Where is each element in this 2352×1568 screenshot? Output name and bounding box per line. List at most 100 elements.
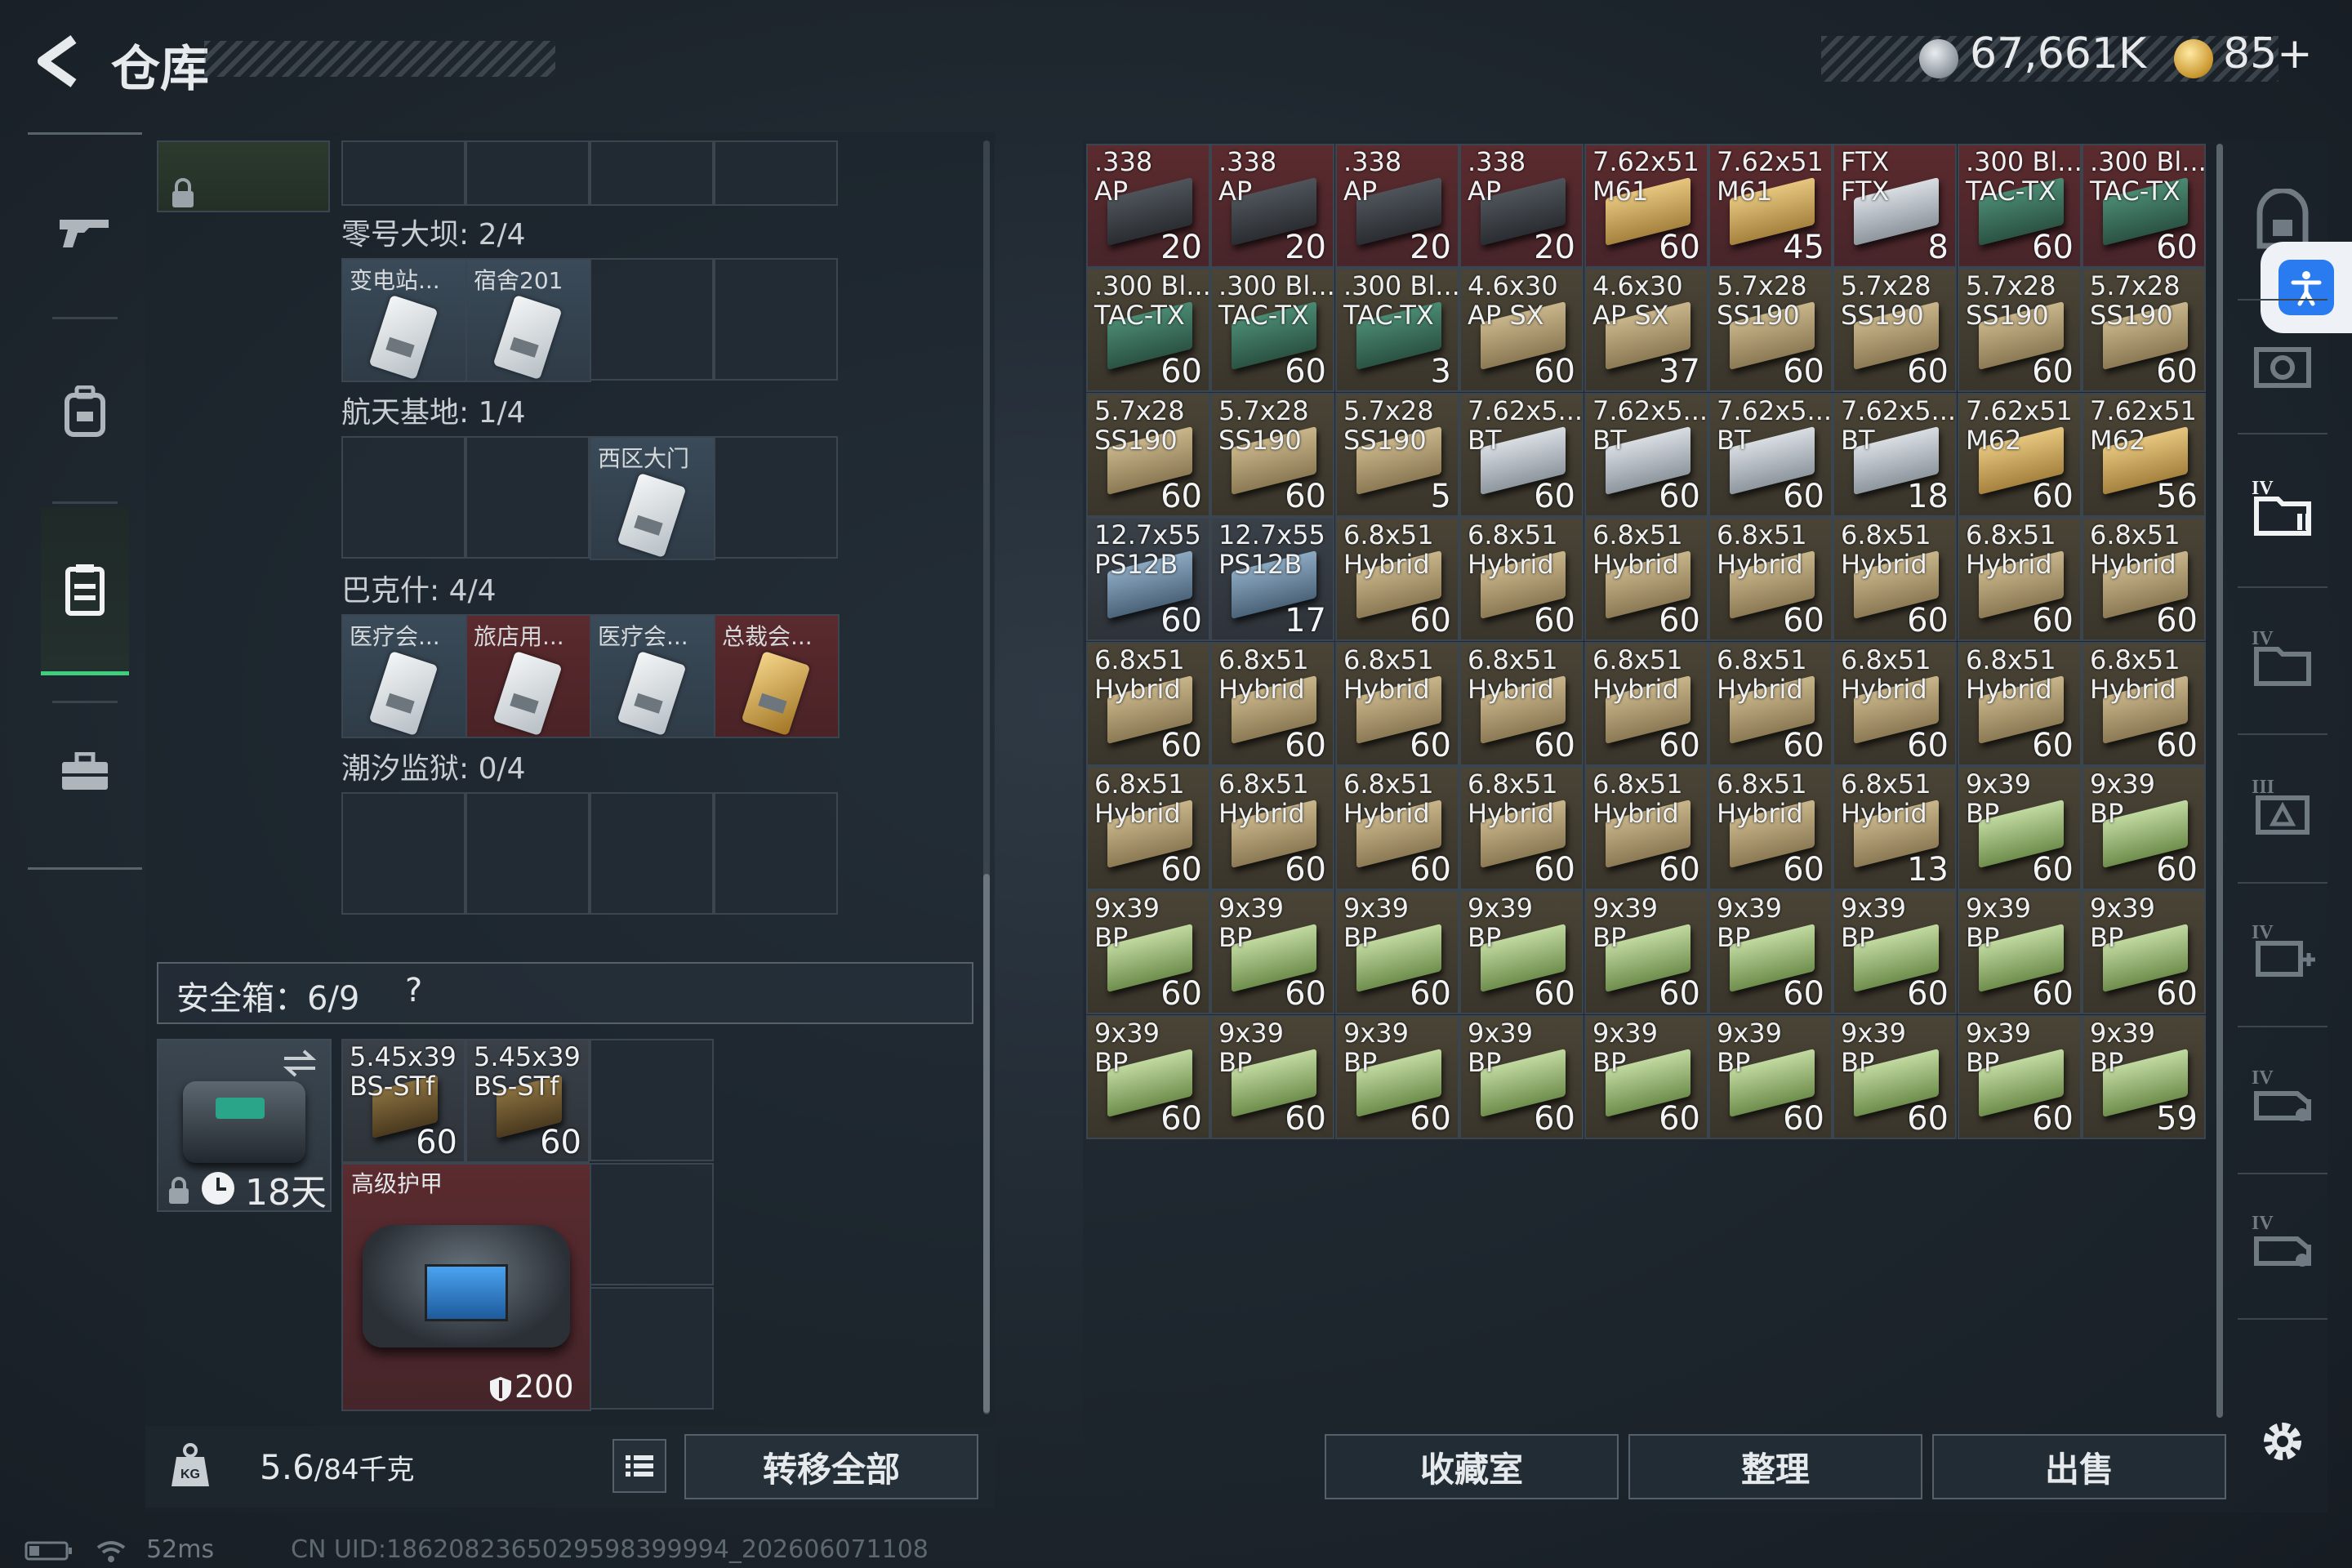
stash-ammo-item[interactable]: 9x39 BP 59	[2082, 1015, 2206, 1139]
stash-ammo-item[interactable]: 5.7x28 SS190 60	[1958, 268, 2082, 392]
stash-tab-2-active[interactable]: IV	[2238, 462, 2328, 552]
sidebar-item-toolbox[interactable]	[42, 730, 127, 815]
sidebar-item-weapons[interactable]	[42, 189, 127, 274]
stash-ammo-item[interactable]: 9x39 BP 60	[1708, 1015, 1833, 1139]
stash-ammo-item[interactable]: .338 AP 20	[1459, 144, 1584, 268]
stash-ammo-item[interactable]: 7.62x5... BT 18	[1833, 393, 1957, 517]
safe-ammo-item[interactable]: 5.45x39 BS-STf 60	[341, 1039, 466, 1163]
stash-ammo-item[interactable]: 7.62x51 M62 60	[1958, 393, 2082, 517]
sort-button[interactable]: 整理	[1628, 1434, 1922, 1499]
stash-ammo-item[interactable]: 6.8x51 Hybrid 60	[1584, 517, 1708, 641]
stash-ammo-item[interactable]: 9x39 BP 60	[1958, 766, 2082, 890]
stash-tab-5[interactable]: IV	[2238, 906, 2328, 996]
stash-ammo-item[interactable]: .338 AP 20	[1086, 144, 1210, 268]
stash-ammo-item[interactable]: .300 Bl... TAC-TX 60	[1210, 268, 1334, 392]
stash-ammo-item[interactable]: 9x39 BP 60	[1459, 890, 1584, 1014]
safe-ammo-item[interactable]: 5.45x39 BS-STf 60	[466, 1039, 590, 1163]
key-card[interactable]: 总裁会...	[714, 614, 840, 738]
stash-ammo-item[interactable]: 9x39 BP 60	[1335, 1015, 1459, 1139]
stash-ammo-item[interactable]: 6.8x51 Hybrid 60	[1086, 642, 1210, 766]
stash-ammo-item[interactable]: 12.7x55 PS12B 60	[1086, 517, 1210, 641]
key-slot[interactable]	[466, 436, 590, 559]
key-slot[interactable]	[590, 792, 714, 915]
stash-ammo-item[interactable]: 9x39 BP 60	[1086, 890, 1210, 1014]
stash-ammo-item[interactable]: 9x39 BP 60	[1584, 890, 1708, 1014]
back-button[interactable]	[24, 33, 90, 90]
stash-tab-6[interactable]: IV	[2238, 1052, 2328, 1142]
stash-ammo-item[interactable]: 4.6x30 AP SX 60	[1459, 268, 1584, 392]
stash-ammo-item[interactable]: 6.8x51 Hybrid 60	[1958, 517, 2082, 641]
key-card[interactable]: 旅店用...	[466, 614, 591, 738]
stash-scrollbar[interactable]	[2216, 144, 2223, 1418]
key-slot[interactable]	[590, 140, 714, 206]
stash-ammo-item[interactable]: 7.62x51 M61 45	[1708, 144, 1833, 268]
key-slot[interactable]	[590, 258, 714, 381]
safe-slot[interactable]	[590, 1163, 714, 1285]
stash-ammo-item[interactable]: 6.8x51 Hybrid 60	[1459, 766, 1584, 890]
stash-ammo-item[interactable]: 9x39 BP 60	[1210, 890, 1334, 1014]
list-view-button[interactable]	[612, 1439, 666, 1493]
swap-icon[interactable]	[281, 1047, 318, 1080]
safe-slot[interactable]	[590, 1287, 714, 1410]
stash-ammo-item[interactable]: 9x39 BP 60	[2082, 766, 2206, 890]
stash-ammo-item[interactable]: 6.8x51 Hybrid 60	[1584, 642, 1708, 766]
stash-ammo-item[interactable]: 6.8x51 Hybrid 60	[1708, 766, 1833, 890]
stash-ammo-item[interactable]: 9x39 BP 60	[1086, 1015, 1210, 1139]
stash-tab-1[interactable]	[2238, 317, 2328, 407]
stash-ammo-item[interactable]: 6.8x51 Hybrid 60	[1584, 766, 1708, 890]
stash-tab-4[interactable]: III	[2238, 761, 2328, 851]
key-slot[interactable]	[341, 140, 466, 206]
stash-ammo-item[interactable]: 6.8x51 Hybrid 60	[2082, 642, 2206, 766]
stash-ammo-item[interactable]: 9x39 BP 60	[1833, 1015, 1957, 1139]
stash-tab-7[interactable]: IV	[2238, 1197, 2328, 1287]
stash-ammo-item[interactable]: 6.8x51 Hybrid 60	[1210, 766, 1334, 890]
collection-room-button[interactable]: 收藏室	[1325, 1434, 1619, 1499]
key-slot[interactable]	[714, 436, 838, 559]
stash-ammo-item[interactable]: 7.62x51 M62 56	[2082, 393, 2206, 517]
equipped-item-slot[interactable]	[157, 140, 330, 212]
stash-ammo-item[interactable]: 6.8x51 Hybrid 60	[1708, 517, 1833, 641]
stash-ammo-item[interactable]: 5.7x28 SS190 60	[1708, 268, 1833, 392]
stash-ammo-item[interactable]: 9x39 BP 60	[2082, 890, 2206, 1014]
left-scrollbar-thumb[interactable]	[983, 874, 990, 1413]
stash-ammo-item[interactable]: 6.8x51 Hybrid 60	[1833, 517, 1957, 641]
stash-ammo-item[interactable]: .300 Bl... TAC-TX 3	[1335, 268, 1459, 392]
help-button[interactable]: ?	[405, 972, 422, 1009]
stash-ammo-item[interactable]: 9x39 BP 60	[1335, 890, 1459, 1014]
stash-ammo-item[interactable]: 6.8x51 Hybrid 60	[1335, 642, 1459, 766]
key-card[interactable]: 医疗会...	[341, 614, 467, 738]
stash-ammo-item[interactable]: 6.8x51 Hybrid 60	[1335, 517, 1459, 641]
stash-ammo-item[interactable]: 9x39 BP 60	[1459, 1015, 1584, 1139]
stash-ammo-item[interactable]: 7.62x51 M61 60	[1584, 144, 1708, 268]
sidebar-item-backpack[interactable]	[42, 369, 127, 454]
stash-ammo-item[interactable]: 6.8x51 Hybrid 60	[1708, 642, 1833, 766]
gold-balance[interactable]: 85+	[2223, 29, 2313, 78]
stash-ammo-item[interactable]: 5.7x28 SS190 60	[1210, 393, 1334, 517]
stash-ammo-item[interactable]: 6.8x51 Hybrid 60	[1459, 642, 1584, 766]
stash-ammo-item[interactable]: .300 Bl... TAC-TX 60	[1086, 268, 1210, 392]
stash-ammo-item[interactable]: 9x39 BP 60	[1833, 890, 1957, 1014]
stash-ammo-item[interactable]: .338 AP 20	[1335, 144, 1459, 268]
stash-ammo-item[interactable]: 9x39 BP 60	[1708, 890, 1833, 1014]
key-card[interactable]: 变电站...	[341, 258, 467, 382]
key-slot[interactable]	[714, 258, 838, 381]
stash-ammo-item[interactable]: 9x39 BP 60	[1958, 1015, 2082, 1139]
stash-ammo-item[interactable]: 6.8x51 Hybrid 60	[1086, 766, 1210, 890]
stash-ammo-item[interactable]: 7.62x5... BT 60	[1584, 393, 1708, 517]
stash-ammo-item[interactable]: 6.8x51 Hybrid 60	[2082, 517, 2206, 641]
stash-ammo-item[interactable]: 5.7x28 SS190 60	[1086, 393, 1210, 517]
stash-ammo-item[interactable]: 4.6x30 AP SX 37	[1584, 268, 1708, 392]
key-card[interactable]: 西区大门	[590, 436, 715, 560]
sell-button[interactable]: 出售	[1932, 1434, 2226, 1499]
stash-ammo-item[interactable]: 6.8x51 Hybrid 60	[1210, 642, 1334, 766]
sidebar-item-storage[interactable]	[41, 508, 129, 675]
stash-ammo-item[interactable]: 12.7x55 PS12B 17	[1210, 517, 1334, 641]
key-slot[interactable]	[341, 792, 466, 915]
stash-ammo-item[interactable]: .300 Bl... TAC-TX 60	[1958, 144, 2082, 268]
stash-ammo-item[interactable]: 5.7x28 SS190 60	[2082, 268, 2206, 392]
key-slot[interactable]	[341, 436, 466, 559]
stash-ammo-item[interactable]: .338 AP 20	[1210, 144, 1334, 268]
safe-slot[interactable]	[590, 1039, 714, 1161]
transfer-all-button[interactable]: 转移全部	[684, 1434, 978, 1499]
settings-button[interactable]	[2238, 1396, 2328, 1486]
